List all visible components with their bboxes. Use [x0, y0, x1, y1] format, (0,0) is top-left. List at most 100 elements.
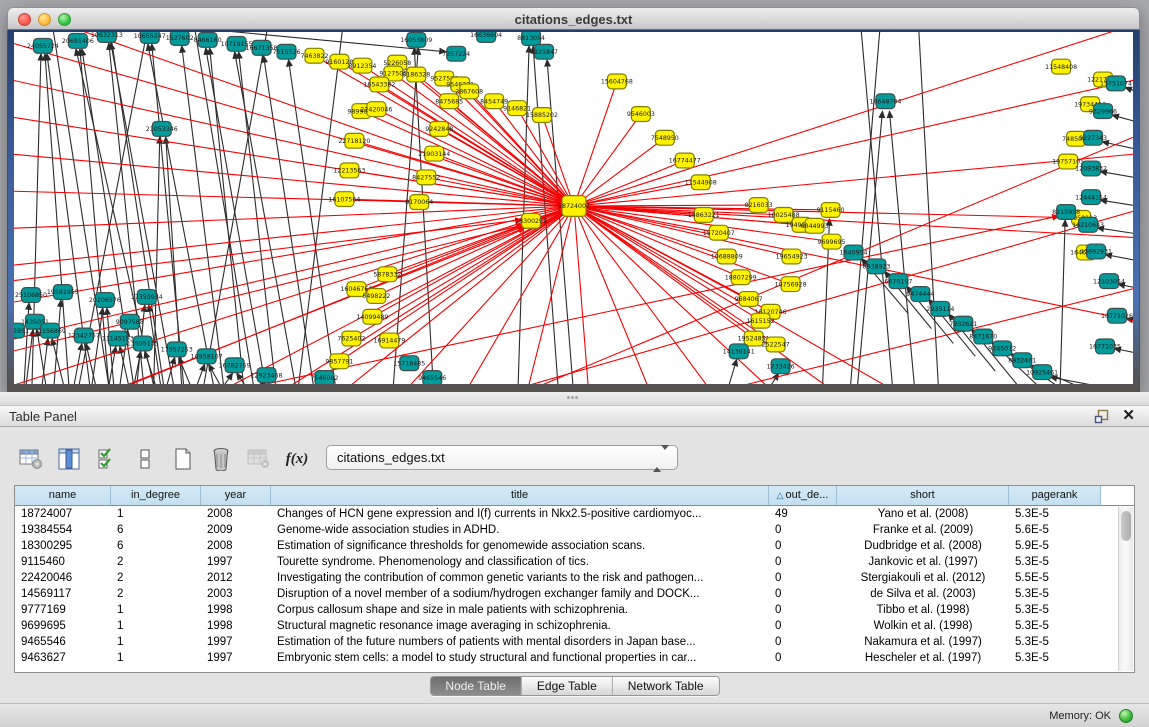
graph-node[interactable]: 16107564	[328, 192, 360, 207]
table-source-dropdown[interactable]: citations_edges.txt	[326, 445, 678, 470]
graph-node[interactable]: 11548408	[1045, 59, 1077, 74]
table-row[interactable]: 946362711997Embryonic stem cells: a mode…	[15, 650, 1134, 666]
column-header-year[interactable]: year	[201, 486, 271, 505]
tab-edge-table[interactable]: Edge Table	[522, 677, 613, 695]
table-row[interactable]: 1456911722003Disruption of a novel membe…	[15, 586, 1134, 602]
graph-node[interactable]: 8813054	[517, 32, 545, 45]
graph-node[interactable]: 25106850	[15, 288, 47, 303]
graph-node[interactable]: 2935114	[926, 301, 954, 316]
graph-node-label: 9699695	[818, 239, 846, 246]
graph-node[interactable]: 19654923	[776, 249, 808, 264]
graph-node-label: 7625402	[337, 336, 365, 343]
window-titlebar[interactable]: citations_edges.txt	[7, 7, 1140, 30]
table-row[interactable]: 1830029562008Estimation of significance …	[15, 538, 1134, 554]
column-header-name[interactable]: name	[15, 486, 111, 505]
graph-node[interactable]: 24055724	[27, 38, 59, 53]
graph-node[interactable]: 12103054	[1093, 274, 1125, 289]
column-header-pagerank[interactable]: pagerank	[1009, 486, 1101, 505]
table-row[interactable]: 977716911998Corpus callosum shape and si…	[15, 602, 1134, 618]
graph-node[interactable]: 21053346	[146, 121, 178, 136]
graph-node[interactable]: 9474444	[906, 287, 934, 302]
graph-node[interactable]: 12923468	[251, 368, 283, 383]
graph-node-label: 16636604	[470, 32, 502, 39]
table-row[interactable]: 1938455462009Genome-wide association stu…	[15, 522, 1134, 538]
graph-node[interactable]: 20691406	[62, 33, 94, 48]
graph-node[interactable]: 7357224	[442, 46, 470, 61]
close-panel-icon[interactable]: ✕	[1122, 407, 1135, 425]
graph-node[interactable]: 10688809	[711, 249, 743, 264]
graph-node[interactable]: 7548950	[651, 130, 679, 145]
graph-node-label: 5498222	[362, 293, 390, 300]
table-row[interactable]: 2242004622012Investigating the contribut…	[15, 570, 1134, 586]
graph-node[interactable]: 9546003	[627, 107, 655, 122]
graph-node[interactable]: 11544908	[685, 175, 717, 190]
column-header-out_de[interactable]: △out_de...	[769, 486, 837, 505]
scrollbar-thumb[interactable]	[1121, 511, 1131, 541]
graph-node[interactable]: 16774477	[669, 153, 701, 168]
graph-node[interactable]: 7546082	[310, 371, 338, 384]
tab-node-table[interactable]: Node Table	[430, 677, 522, 695]
graph-node[interactable]: 14099489	[356, 309, 388, 324]
graph-node[interactable]: 10655247	[134, 32, 166, 43]
table-cell: 5.3E-5	[1009, 554, 1101, 570]
graph-node[interactable]: 19581955	[47, 285, 79, 300]
red-edge	[574, 206, 593, 384]
function-builder-button[interactable]: f(x)	[280, 444, 314, 474]
unselect-button[interactable]	[128, 444, 162, 474]
graph-node[interactable]: 10756928	[775, 277, 807, 292]
tab-network-table[interactable]: Network Table	[613, 677, 719, 695]
graph-node[interactable]: 1733426	[767, 359, 795, 374]
graph-node[interactable]: 16636604	[470, 32, 502, 42]
table-row[interactable]: 946554611997Estimation of the future num…	[15, 634, 1134, 650]
column-header-short[interactable]: short	[837, 486, 1009, 505]
graph-node[interactable]: 8186328	[402, 67, 430, 82]
graph-node[interactable]: 16771035	[1089, 339, 1121, 354]
graph-node[interactable]: 16053809	[400, 32, 432, 47]
graph-node[interactable]: 8938923	[862, 259, 890, 274]
graph-node[interactable]: 12444154	[1075, 190, 1107, 205]
graph-node-label: 20691406	[62, 38, 94, 45]
graph-node[interactable]: 15604768	[601, 74, 633, 89]
graph-node[interactable]: 9699695	[818, 234, 846, 249]
column-header-title[interactable]: title	[271, 486, 769, 505]
graph-node[interactable]: 16782759	[219, 358, 251, 373]
table-cell: de Silva et al. (2003)	[837, 586, 1009, 602]
column-header-in_degree[interactable]: in_degree	[111, 486, 201, 505]
table-row[interactable]: 969969511998Structural magnetic resonanc…	[15, 618, 1134, 634]
graph-node[interactable]: 7625402	[337, 331, 365, 346]
select-all-button[interactable]	[90, 444, 124, 474]
table-row[interactable]: 1872400712008Changes of HCN gene express…	[15, 506, 1134, 522]
graph-node[interactable]: 8427552	[412, 170, 440, 185]
graph-node[interactable]: 12213563	[333, 163, 365, 178]
graph-node[interactable]: 10632313	[91, 32, 123, 42]
graph-node[interactable]: 1527602	[166, 32, 194, 45]
graph-node[interactable]: 9465546	[418, 371, 446, 384]
graph-node[interactable]: 8475685	[435, 94, 463, 109]
graph-node[interactable]: 18724007	[558, 196, 590, 217]
graph-node[interactable]: 8170064	[405, 195, 433, 210]
delete-column-button[interactable]	[204, 444, 238, 474]
red-edge	[389, 206, 574, 340]
network-canvas[interactable]: 7463822916012889123545226058912750516543…	[14, 32, 1133, 384]
graph-node-label: 8938923	[862, 264, 890, 271]
table-cell: Changes of HCN gene expression and I(f) …	[271, 506, 769, 522]
graph-node-label: 16053809	[400, 37, 432, 44]
table-settings-button[interactable]	[14, 444, 48, 474]
graph-node[interactable]: 20206576	[89, 293, 121, 308]
panel-split-divider[interactable]	[0, 392, 1149, 406]
graph-node[interactable]: 9115460	[817, 203, 845, 218]
graph-node[interactable]: 10771026	[1101, 308, 1133, 323]
table-row[interactable]: 911546021997Tourette syndrome. Phenomeno…	[15, 554, 1134, 570]
table-vertical-scrollbar[interactable]	[1118, 507, 1133, 671]
float-panel-icon[interactable]	[1094, 409, 1109, 424]
new-column-button[interactable]	[166, 444, 200, 474]
table-cell: 5.3E-5	[1009, 506, 1101, 522]
divider-grip-icon[interactable]	[567, 396, 581, 402]
table-column-icon	[58, 448, 80, 470]
table-cell: 5.9E-5	[1009, 538, 1101, 554]
graph-node-label: 3913951	[14, 328, 29, 335]
delete-table-button-disabled[interactable]	[242, 444, 276, 474]
graph-node[interactable]: 15718485	[393, 356, 425, 371]
show-columns-button[interactable]	[52, 444, 86, 474]
graph-node-label: 2867608	[455, 89, 483, 96]
